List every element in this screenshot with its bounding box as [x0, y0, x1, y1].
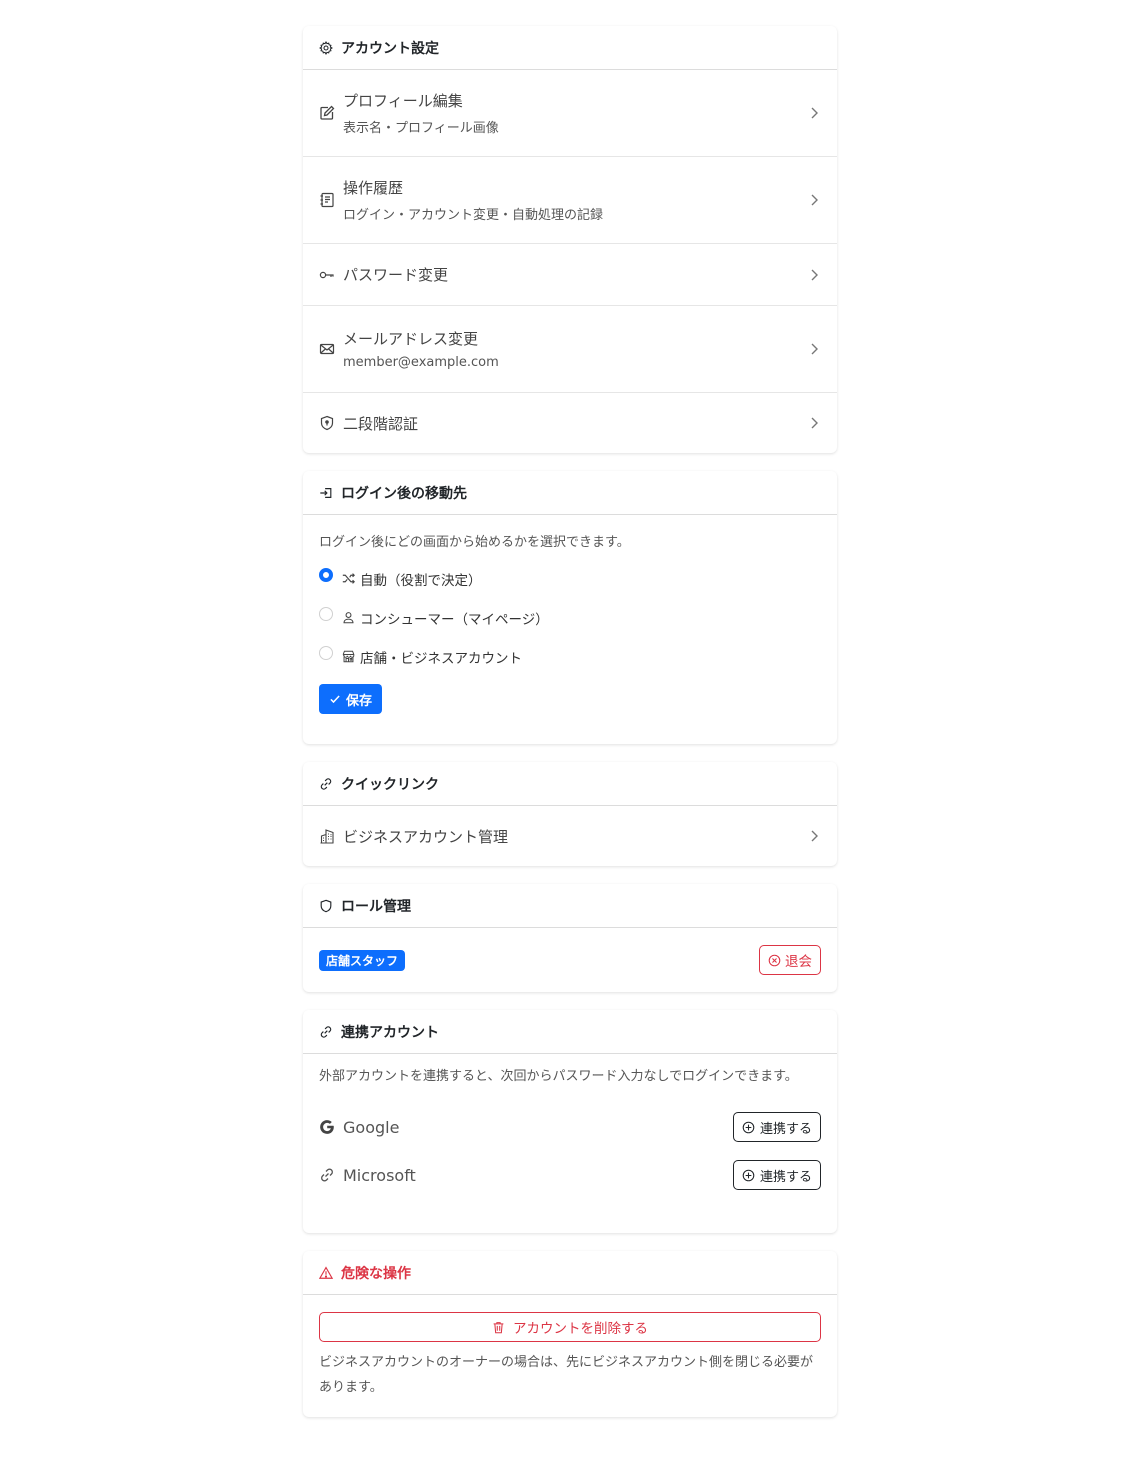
- radio-label: 自動（役割で決定）: [360, 572, 482, 589]
- menu-item-sub: member@example.com: [343, 355, 499, 370]
- menu-item-label: 操作履歴: [343, 179, 404, 197]
- x-circle-icon: [768, 954, 781, 967]
- link-icon: [319, 777, 333, 791]
- landing-header: ログイン後の移動先: [303, 471, 837, 515]
- danger-zone-note: ビジネスアカウントのオーナーの場合は、先にビジネスアカウント側を閉じる必要があり…: [319, 1355, 814, 1395]
- account-settings-header: アカウント設定: [303, 26, 837, 70]
- save-label: 保存: [346, 693, 373, 709]
- pencil-square-icon: [319, 105, 335, 121]
- roles-header: ロール管理: [303, 884, 837, 928]
- account-settings-title: アカウント設定: [341, 40, 439, 57]
- radio-button[interactable]: [319, 567, 333, 582]
- menu-item-business-account-management[interactable]: ビジネスアカウント管理: [303, 806, 837, 866]
- roles-title: ロール管理: [341, 898, 411, 915]
- buildings-icon: [319, 828, 335, 844]
- menu-item-label: パスワード変更: [343, 266, 449, 284]
- chevron-right-icon: [809, 106, 819, 120]
- google-icon: [319, 1119, 335, 1135]
- check-icon: [329, 693, 341, 705]
- chevron-right-icon: [809, 342, 819, 356]
- chevron-right-icon: [809, 193, 819, 207]
- menu-item-email-change[interactable]: メールアドレス変更 member@example.com: [303, 306, 837, 393]
- menu-item-sub: ログイン・アカウント変更・自動処理の記録: [343, 208, 604, 223]
- menu-item-label: メールアドレス変更: [343, 330, 479, 348]
- link-microsoft-button[interactable]: 連携する: [732, 1160, 821, 1190]
- linked-accounts-card: 連携アカウント 外部アカウントを連携すると、次回からパスワード入力なしでログイン…: [303, 1010, 837, 1233]
- plus-circle-icon: [742, 1169, 755, 1182]
- landing-page-card: ログイン後の移動先 ログイン後にどの画面から始めるかを選択できます。 自動（役割…: [303, 471, 837, 744]
- shield-icon: [319, 899, 333, 913]
- danger-zone-header: 危険な操作: [303, 1251, 837, 1295]
- provider-name: Google: [343, 1117, 400, 1137]
- radio-label: 店舗・ビジネスアカウント: [360, 650, 522, 667]
- radio-option-business[interactable]: 店舗・ビジネスアカウント: [319, 637, 821, 676]
- link-label: 連携する: [759, 1169, 812, 1185]
- menu-item-sub: 表示名・プロフィール画像: [343, 121, 499, 136]
- gear-icon: [319, 40, 333, 55]
- link-icon: [319, 1025, 333, 1039]
- radio-button[interactable]: [319, 606, 333, 621]
- radio-label: コンシューマー（マイページ）: [360, 611, 549, 628]
- menu-item-label: ビジネスアカウント管理: [343, 827, 509, 846]
- roles-card: ロール管理 店舗スタッフ 退会: [303, 884, 837, 992]
- account-settings-card: アカウント設定 プロフィール編集 表示名・プロフィール画像 操作履歴 ログイン・…: [303, 26, 837, 453]
- journal-text-icon: [319, 192, 335, 208]
- menu-item-profile-edit[interactable]: プロフィール編集 表示名・プロフィール画像: [303, 70, 837, 157]
- link-google-button[interactable]: 連携する: [732, 1112, 821, 1142]
- key-icon: [319, 267, 335, 283]
- menu-item-password-change[interactable]: パスワード変更: [303, 244, 837, 306]
- danger-zone-title: 危険な操作: [341, 1265, 411, 1282]
- radio-option-auto[interactable]: 自動（役割で決定）: [319, 559, 821, 598]
- chevron-right-icon: [809, 829, 819, 843]
- quick-links-header: クイックリンク: [303, 762, 837, 806]
- linked-accounts-description: 外部アカウントを連携すると、次回からパスワード入力なしでログインできます。: [319, 1069, 798, 1084]
- save-button[interactable]: 保存: [319, 684, 383, 714]
- chevron-right-icon: [809, 268, 819, 282]
- landing-description: ログイン後にどの画面から始めるかを選択できます。: [319, 535, 630, 550]
- envelope-icon: [319, 341, 335, 357]
- shop-icon: [342, 650, 355, 663]
- delete-account-button[interactable]: アカウントを削除する: [319, 1312, 821, 1342]
- quick-links-title: クイックリンク: [341, 776, 439, 793]
- leave-role-button[interactable]: 退会: [759, 945, 821, 975]
- menu-item-label: 二段階認証: [343, 414, 419, 433]
- linked-accounts-header: 連携アカウント: [303, 1010, 837, 1054]
- linked-accounts-title: 連携アカウント: [341, 1024, 439, 1041]
- danger-zone-card: 危険な操作 アカウントを削除する ビジネスアカウントのオーナーの場合は、先にビジ…: [303, 1251, 837, 1417]
- leave-label: 退会: [785, 954, 812, 970]
- plus-circle-icon: [742, 1121, 755, 1134]
- shield-lock-icon: [319, 415, 335, 431]
- radio-button[interactable]: [319, 645, 333, 660]
- exclamation-triangle-icon: [319, 1265, 333, 1280]
- role-badge: 店舗スタッフ: [319, 949, 406, 971]
- provider-name: Microsoft: [343, 1165, 416, 1185]
- radio-option-consumer[interactable]: コンシューマー（マイページ）: [319, 598, 821, 637]
- trash-icon: [492, 1321, 505, 1334]
- delete-account-label: アカウントを削除する: [513, 1321, 648, 1337]
- chevron-right-icon: [809, 416, 819, 430]
- provider-row-microsoft: Microsoft 連携する: [319, 1151, 821, 1199]
- provider-row-google: Google 連携する: [319, 1103, 821, 1151]
- box-arrow-in-right-icon: [319, 486, 333, 500]
- menu-item-label: プロフィール編集: [343, 92, 463, 110]
- menu-item-two-factor[interactable]: 二段階認証: [303, 393, 837, 453]
- shuffle-icon: [342, 572, 355, 585]
- menu-item-activity-log[interactable]: 操作履歴 ログイン・アカウント変更・自動処理の記録: [303, 157, 837, 244]
- person-icon: [342, 611, 355, 624]
- link-label: 連携する: [759, 1121, 812, 1137]
- link-icon: [319, 1167, 335, 1183]
- landing-title: ログイン後の移動先: [341, 485, 467, 502]
- quick-links-card: クイックリンク ビジネスアカウント管理: [303, 762, 837, 866]
